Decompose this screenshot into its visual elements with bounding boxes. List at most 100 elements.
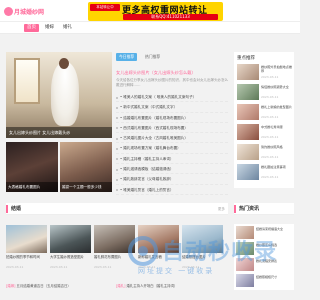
- section-title[interactable]: 结婚: [11, 204, 21, 214]
- thumb-image[interactable]: 大表格婚礼布置图片: [6, 142, 58, 192]
- card-title: 结婚照摆台图片: [182, 255, 206, 259]
- hot-thumb: [236, 274, 254, 287]
- article-card[interactable]: 大学生婚纱照造型图片 2023-03-11: [50, 225, 91, 271]
- list-item[interactable]: • 婚礼主持稿（婚礼主持人串词）: [116, 154, 228, 165]
- tab-today[interactable]: 今日推荐: [116, 53, 138, 61]
- banner-badge: 本站转让中: [90, 4, 120, 11]
- sidebar-thumb: [237, 104, 259, 120]
- recommend-tabs: 今日推荐 热门推荐: [116, 52, 228, 62]
- tab-hot[interactable]: 热门推荐: [142, 53, 163, 61]
- header: 月城婚纱网 本站转让中 更多高权重网站转让 联系QQ:411021133: [0, 0, 300, 22]
- sidebar-item[interactable]: 婚礼上新娘的发型图片 2023-03-11: [237, 104, 293, 122]
- section-accent-bar: [234, 205, 236, 213]
- list-item[interactable]: • 结婚婚礼布置图片（婚礼现场布置图片）: [116, 113, 228, 123]
- sidebar-thumb: [237, 64, 259, 80]
- feature-desc: 今天给各位分享女儿出嫁头纱图片的知识，其中也会对女儿出嫁头纱怎么戴进行解释……: [116, 78, 228, 87]
- sidebar-item-date: 2023-03-11: [261, 175, 279, 179]
- sidebar-item-date: 2023-03-11: [261, 95, 279, 99]
- article-card[interactable]: 拍婚纱照的季节和时间 2023-03-11: [6, 225, 47, 271]
- recommend-panel: 今日推荐 热门推荐 女儿出嫁头纱图片（女儿出嫁头纱怎么戴） 今天给各位分享女儿出…: [116, 52, 228, 195]
- hot-item-text: 婚纱照怎么挑选: [256, 243, 278, 247]
- section-title[interactable]: 热门资讯: [239, 204, 259, 214]
- section-header-hot: 热门资讯: [234, 203, 294, 215]
- bottom-link[interactable]: [婚嫁] 五月结婚黄道吉日（五月结婚吉日）: [6, 283, 71, 288]
- card-image: [50, 225, 91, 253]
- bottom-link-text: 婚礼主持人开场白（婚礼主持词）: [126, 284, 178, 288]
- logo-text: 月城婚纱网: [13, 8, 44, 16]
- hot-item[interactable]: 结婚照相框尺寸: [236, 274, 292, 290]
- list-item[interactable]: • 婚礼邀请函模板（结婚邀请函）: [116, 164, 228, 175]
- card-image: [138, 225, 179, 253]
- bottom-link-tag: [婚嫁]: [6, 284, 16, 288]
- sidebar-item-text: 中式婚礼秀禾服: [261, 125, 283, 129]
- nav-item-wedding-marriage[interactable]: 婚嫁: [42, 24, 57, 32]
- list-item[interactable]: • 唯美婚礼誓言（婚礼上的誓言）: [116, 185, 228, 195]
- card-date: 2023-03-11: [182, 265, 200, 269]
- sidebar-thumb: [237, 164, 259, 180]
- more-link[interactable]: 更多: [218, 204, 225, 214]
- sidebar-item[interactable]: 婚礼跟拍注意事项 2023-03-11: [237, 164, 293, 182]
- article-card[interactable]: 婚礼鲜花布置图片 2023-03-11: [94, 225, 135, 271]
- list-item[interactable]: • 婚礼现场布置方案（婚礼舞台布置）: [116, 143, 228, 154]
- sidebar-item-date: 2023-03-11: [261, 75, 279, 79]
- sidebar-thumb: [237, 124, 259, 140]
- hero-image[interactable]: 女儿出嫁头纱图片 女儿出嫁戴头纱: [6, 52, 112, 138]
- ad-banner[interactable]: 本站转让中 更多高权重网站转让 联系QQ:411021133: [88, 2, 223, 21]
- sidebar-item-text: 婚礼上新娘的发型图片: [261, 105, 292, 109]
- sidebar-item[interactable]: 中式婚礼秀禾服 2023-03-11: [237, 124, 293, 142]
- sidebar-item[interactable]: 情侣婚纱照姿势大全 2023-03-11: [237, 84, 293, 102]
- sidebar-item-text: 简约婚纱照风格: [261, 145, 283, 149]
- nav-item-home[interactable]: 首页: [24, 24, 39, 32]
- banner-contact: 联系QQ:411021133: [123, 14, 218, 20]
- feature-title[interactable]: 女儿出嫁头纱图片（女儿出嫁头纱怎么戴）: [116, 70, 228, 76]
- hot-item-text: 结婚请柬祝福语大全: [256, 227, 284, 231]
- bottom-link-tag: [婚礼]: [116, 284, 126, 288]
- hot-item[interactable]: 结婚请柬祝福语大全: [236, 226, 292, 242]
- sidebar-item-text: 婚礼跟拍注意事项: [261, 165, 286, 169]
- sidebar-thumb: [237, 84, 259, 100]
- hero-bride-head: [59, 58, 69, 69]
- hot-item-text: 婚礼流程安排表: [256, 259, 278, 263]
- thumb-caption[interactable]: 婚宴一个主题一般多少钱: [60, 182, 112, 192]
- card-title: 拍婚纱照的季节和时间: [6, 255, 40, 259]
- list-item[interactable]: • 西式婚礼布置图片（西式婚礼现场布置）: [116, 123, 228, 134]
- card-date: 2023-03-11: [50, 265, 68, 269]
- card-date: 2023-03-11: [94, 265, 112, 269]
- hero-caption[interactable]: 女儿出嫁头纱图片 女儿出嫁戴头纱: [6, 127, 112, 138]
- hot-item[interactable]: 婚礼流程安排表: [236, 258, 292, 274]
- section-accent-bar: [6, 205, 8, 213]
- sidebar-item[interactable]: 婚纱照外景拍摄地点推荐 2023-03-11: [237, 64, 293, 82]
- site-logo[interactable]: 月城婚纱网: [4, 4, 44, 18]
- card-image: [94, 225, 135, 253]
- sidebar-thumb: [237, 144, 259, 160]
- bottom-links: [婚嫁] 五月结婚黄道吉日（五月结婚吉日） [婚礼] 婚礼主持人开场白（婚礼主持…: [6, 282, 231, 298]
- card-date: 2023-03-11: [138, 265, 156, 269]
- thumb-caption[interactable]: 大表格婚礼布置图片: [6, 182, 58, 192]
- article-card[interactable]: 新郎婚礼发言稿 2023-03-11: [138, 225, 179, 271]
- nav-item-wedding[interactable]: 婚礼: [60, 24, 75, 32]
- list-item[interactable]: • 古风婚礼图片大全（古风婚礼唯美图片）: [116, 133, 228, 144]
- list-item[interactable]: • 新中式婚礼文案（中式婚礼文字）: [116, 102, 228, 113]
- article-list: • 唯美人的婚礼文案（ 唯美人的婚礼文案句子） • 新中式婚礼文案（中式婚礼文字…: [116, 92, 228, 195]
- hot-thumb: [236, 258, 254, 271]
- hero-window: [14, 58, 40, 104]
- card-title: 大学生婚纱照造型图片: [50, 255, 84, 259]
- card-title: 婚礼鲜花布置图片: [94, 255, 122, 259]
- hot-thumb: [236, 242, 254, 255]
- list-item[interactable]: • 婚礼致辞发言（父母婚礼致辞）: [116, 174, 228, 185]
- hot-news-list: 结婚请柬祝福语大全 婚纱照怎么挑选 婚礼流程安排表 结婚照相框尺寸: [234, 224, 294, 290]
- sidebar-title: 重点推荐: [237, 56, 255, 61]
- page: 月城婚纱网 本站转让中 更多高权重网站转让 联系QQ:411021133 首页 …: [0, 0, 300, 300]
- bottom-link[interactable]: [婚礼] 婚礼主持人开场白（婚礼主持词）: [116, 283, 177, 288]
- sidebar-item-date: 2023-03-11: [261, 155, 279, 159]
- bottom-link-text: 五月结婚黄道吉日（五月结婚吉日）: [16, 284, 71, 288]
- sidebar-item-date: 2023-03-11: [261, 115, 279, 119]
- list-item[interactable]: • 唯美人的婚礼文案（ 唯美人的婚礼文案句子）: [116, 92, 228, 103]
- article-card[interactable]: 结婚照摆台图片 2023-03-11: [182, 225, 223, 271]
- hot-item[interactable]: 婚纱照怎么挑选: [236, 242, 292, 258]
- sidebar-item[interactable]: 简约婚纱照风格 2023-03-11: [237, 144, 293, 162]
- main-nav: 首页 婚嫁 婚礼: [0, 22, 300, 34]
- sidebar-item-text: 情侣婚纱照姿势大全: [261, 85, 289, 89]
- sidebar-item-text: 婚纱照外景拍摄地点推荐: [261, 65, 292, 74]
- thumb-image[interactable]: 婚宴一个主题一般多少钱: [60, 142, 112, 192]
